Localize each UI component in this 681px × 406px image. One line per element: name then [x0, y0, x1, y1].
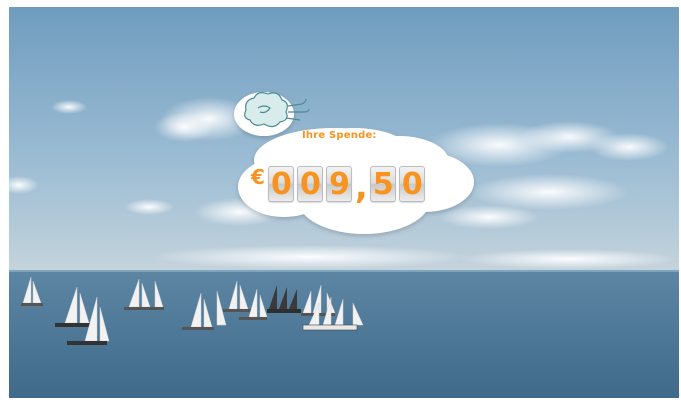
counter-digit: 0 [268, 166, 295, 202]
counter-digit: 0 [297, 166, 324, 202]
decimal-separator: , [354, 167, 368, 207]
donation-amount-counter: € 0 0 9 , 5 0 [251, 164, 427, 204]
counter-digit: 0 [399, 166, 426, 202]
sailing-scene: Ihre Spende: € 0 0 9 , 5 0 [9, 7, 679, 398]
counter-digit: 9 [326, 166, 353, 202]
wind-cloud-icon [244, 92, 310, 128]
donation-cloud: Ihre Spende: € 0 0 9 , 5 0 [224, 82, 484, 252]
counter-digit: 5 [370, 166, 397, 202]
donation-label: Ihre Spende: [302, 130, 377, 141]
currency-symbol: € [251, 165, 265, 189]
